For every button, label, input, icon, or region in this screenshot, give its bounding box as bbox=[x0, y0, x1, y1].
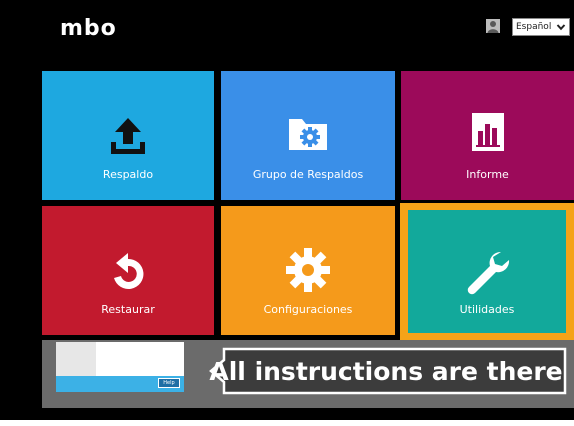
gear-icon bbox=[286, 248, 330, 292]
app-logo: mbo bbox=[60, 16, 117, 41]
tile-label-grupo-de-respaldos: Grupo de Respaldos bbox=[252, 168, 364, 181]
tile-label-configuraciones: Configuraciones bbox=[263, 303, 353, 316]
language-select-value: Español bbox=[516, 22, 552, 32]
tile-grupo-de-respaldos[interactable]: Grupo de Respaldos bbox=[221, 71, 395, 200]
tile-respaldo[interactable]: Respaldo bbox=[42, 71, 214, 200]
folder-gear-icon bbox=[289, 119, 327, 150]
help-preview-thumbnail: Help bbox=[56, 342, 184, 392]
tile-label-informe: Informe bbox=[466, 168, 509, 181]
app-window: mbo Español Respaldo Grupo de Respaldos … bbox=[0, 0, 574, 420]
report-chart-icon bbox=[471, 113, 504, 151]
tile-restaurar[interactable]: Restaurar bbox=[42, 206, 214, 335]
callout-text: All instructions are there bbox=[209, 356, 563, 386]
upload-icon bbox=[111, 118, 145, 154]
user-icon[interactable] bbox=[486, 19, 500, 33]
tile-informe[interactable]: Informe bbox=[401, 71, 574, 200]
tile-utilidades[interactable]: Utilidades bbox=[408, 210, 566, 333]
wrench-icon bbox=[467, 251, 510, 295]
chevron-down-icon bbox=[556, 24, 566, 31]
tile-label-utilidades: Utilidades bbox=[459, 303, 515, 316]
tile-label-respaldo: Respaldo bbox=[102, 168, 154, 181]
language-select[interactable]: Español bbox=[512, 18, 570, 36]
tile-label-restaurar: Restaurar bbox=[101, 303, 155, 316]
header-blank-area bbox=[404, 12, 478, 50]
thumbnail-help-button: Help bbox=[158, 378, 180, 388]
thumbnail-sidebar bbox=[56, 342, 96, 376]
restore-icon bbox=[114, 253, 144, 289]
tile-configuraciones[interactable]: Configuraciones bbox=[221, 206, 395, 335]
